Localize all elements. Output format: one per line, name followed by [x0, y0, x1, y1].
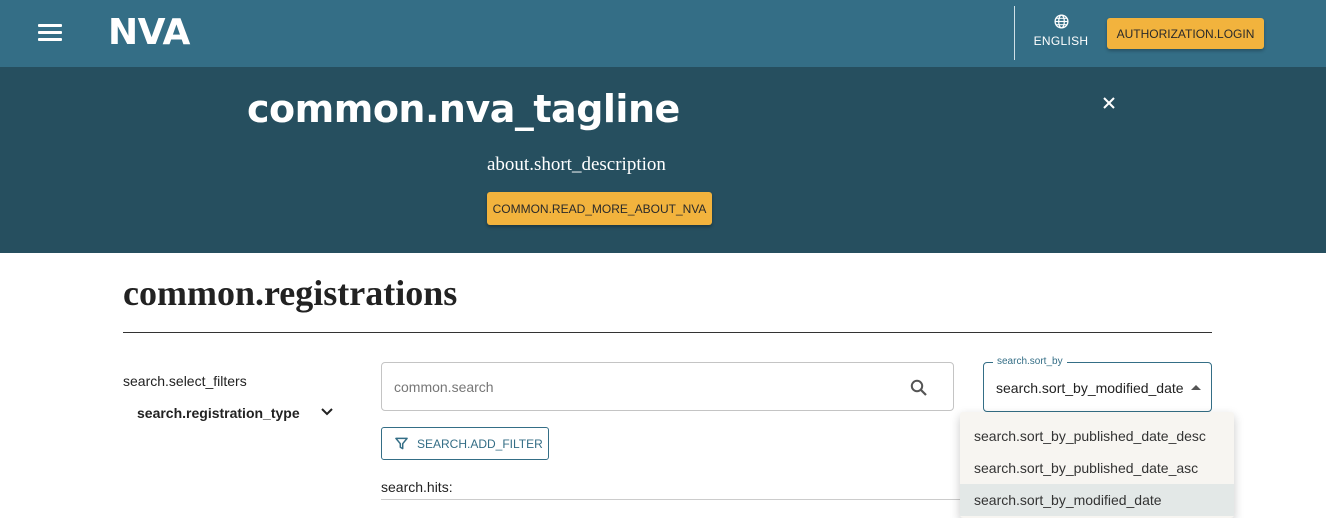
- hero-short-description: about.short_description: [487, 154, 666, 175]
- sort-option-modified-date[interactable]: search.sort_by_modified_date: [960, 484, 1234, 516]
- close-icon[interactable]: [1101, 95, 1117, 111]
- title-divider: [123, 332, 1212, 333]
- hero-banner: common.nva_tagline about.short_descripti…: [0, 67, 1326, 253]
- nva-logo[interactable]: NVA: [108, 12, 190, 53]
- search-icon[interactable]: [910, 379, 928, 397]
- read-more-button[interactable]: COMMON.READ_MORE_ABOUT_NVA: [487, 192, 712, 225]
- language-selector[interactable]: ENGLISH: [1030, 14, 1092, 48]
- hits-divider: [381, 499, 961, 500]
- hero-tagline: common.nva_tagline: [247, 87, 680, 131]
- search-input[interactable]: [394, 375, 894, 399]
- globe-icon: [1053, 14, 1069, 29]
- sort-option-published-asc[interactable]: search.sort_by_published_date_asc: [960, 452, 1234, 484]
- filter-icon: [395, 437, 408, 450]
- registration-type-label: search.registration_type: [137, 405, 300, 421]
- sort-options-menu: search.sort_by_published_date_desc searc…: [960, 412, 1234, 518]
- sort-by-label: search.sort_by: [993, 356, 1067, 367]
- search-field[interactable]: [381, 362, 954, 411]
- caret-up-icon: [1191, 385, 1201, 390]
- add-filter-label: SEARCH.ADD_FILTER: [417, 436, 543, 451]
- sort-by-select[interactable]: search.sort_by search.sort_by_modified_d…: [983, 356, 1212, 412]
- sort-by-value: search.sort_by_modified_date: [996, 380, 1184, 396]
- search-hits: search.hits:: [381, 479, 453, 495]
- page-title: common.registrations: [123, 273, 458, 313]
- hamburger-menu-icon[interactable]: [38, 24, 62, 42]
- select-filters-label: search.select_filters: [123, 373, 247, 389]
- login-button[interactable]: AUTHORIZATION.LOGIN: [1107, 18, 1264, 49]
- top-app-bar: NVA ENGLISH AUTHORIZATION.LOGIN: [0, 0, 1326, 67]
- chevron-down-icon[interactable]: [320, 407, 334, 417]
- header-divider: [1014, 6, 1015, 60]
- registration-type-filter[interactable]: search.registration_type: [137, 404, 337, 424]
- sort-option-published-desc[interactable]: search.sort_by_published_date_desc: [960, 420, 1234, 452]
- add-filter-button[interactable]: SEARCH.ADD_FILTER: [381, 427, 549, 460]
- language-label: ENGLISH: [1033, 34, 1089, 48]
